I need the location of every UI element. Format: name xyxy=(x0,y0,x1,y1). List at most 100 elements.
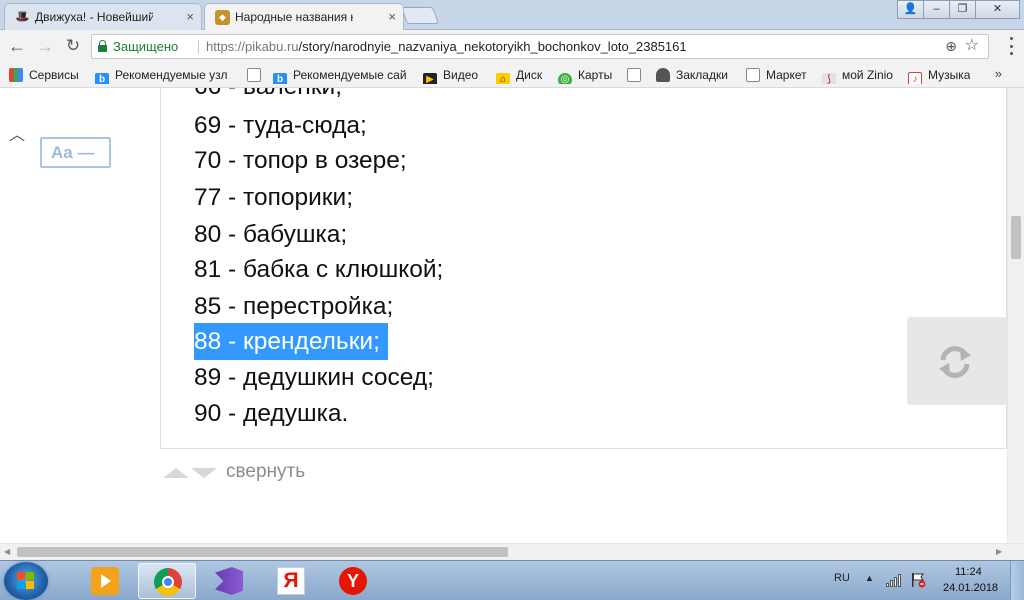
taskbar-media-player[interactable] xyxy=(76,563,134,599)
zoom-icon[interactable]: ⊕ xyxy=(945,35,957,58)
clock-date[interactable]: 24.01.2018 xyxy=(943,582,998,594)
bookmark-label: Сервисы xyxy=(29,68,79,82)
menu-dots-icon[interactable] xyxy=(1010,37,1014,55)
story-line: 89 - дедушкин сосед; xyxy=(194,364,434,391)
close-tab-icon[interactable]: × xyxy=(186,4,194,30)
url-text[interactable]: https://pikabu.ru/story/narodnyie_nazvan… xyxy=(206,35,687,58)
horizontal-scroll-thumb[interactable] xyxy=(17,547,508,557)
bookmark-label: Видео xyxy=(443,68,479,82)
tab-dvizhuha[interactable]: 🎩 Движуха! - Новейший п × xyxy=(4,3,202,30)
hat-icon xyxy=(656,68,670,82)
yandex-browser-icon: Y xyxy=(339,567,367,595)
bookmark-star-icon[interactable]: ☆ xyxy=(965,34,979,57)
music-icon: ♪ xyxy=(908,72,922,84)
address-bar[interactable]: Защищено https://pikabu.ru/story/narodny… xyxy=(91,34,989,59)
hat-favicon-icon: 🎩 xyxy=(15,11,30,23)
collapse-label[interactable]: свернуть xyxy=(226,461,305,483)
bookmark-video[interactable]: ▶ Видео xyxy=(423,67,478,84)
reload-icon[interactable]: ↻ xyxy=(63,36,83,56)
bookmark-services[interactable]: Сервисы xyxy=(9,67,79,84)
story-line: 77 - топорики; xyxy=(194,184,354,211)
video-icon: ▶ xyxy=(423,73,437,84)
window-controls: 👤 – ❐ ✕ xyxy=(897,0,1020,20)
page-icon xyxy=(247,68,261,82)
bookmark-label: Закладки xyxy=(676,68,728,82)
forward-arrow-icon[interactable]: → xyxy=(35,36,55,56)
url-path: /story/narodnyie_nazvaniya_nekotoryikh_b… xyxy=(298,39,687,54)
address-separator xyxy=(198,40,199,54)
bookmark-music[interactable]: ♪ Музыка xyxy=(908,67,970,84)
story-body: 66 - валенки; 69 - туда-сюда; 70 - топор… xyxy=(160,88,1007,449)
story-line: 81 - бабка с клюшкой; xyxy=(194,256,444,283)
browser-toolbar: ← → ↻ Защищено https://pikabu.ru/story/n… xyxy=(0,30,1024,63)
action-center-flag-icon[interactable] xyxy=(910,572,926,588)
zinio-icon: ⟆ xyxy=(822,73,836,84)
story-line: 69 - туда-сюда; xyxy=(194,112,367,139)
bookmark-page-2[interactable] xyxy=(627,67,646,84)
bookmark-label: Музыка xyxy=(928,68,971,82)
font-size-button[interactable]: Aa — xyxy=(40,137,111,168)
bookmark-recommended-2[interactable]: b Рекомендуемые сай xyxy=(273,67,415,84)
bookmark-zinio[interactable]: ⟆ мой Zinio xyxy=(822,67,893,84)
start-button[interactable] xyxy=(4,562,48,600)
taskbar-yandex[interactable]: Я xyxy=(262,563,320,599)
close-tab-icon[interactable]: × xyxy=(388,4,396,30)
user-icon[interactable]: 👤 xyxy=(897,0,924,19)
refresh-icon xyxy=(939,346,971,378)
chevron-up-icon[interactable]: ︿ xyxy=(9,121,25,145)
vertical-scrollbar[interactable] xyxy=(1007,88,1024,543)
story-line-selected: 88 - крендельки; xyxy=(194,323,388,360)
bookmark-maps[interactable]: ◎ Карты xyxy=(558,67,612,84)
story-line: 85 - перестройка; xyxy=(194,293,394,320)
tray-expand-icon[interactable]: ▲ xyxy=(865,573,874,583)
maps-icon: ◎ xyxy=(558,73,572,84)
bookmark-label: Карты xyxy=(578,68,613,82)
bing-icon: b xyxy=(273,73,287,84)
bookmark-label: мой Zinio xyxy=(842,68,893,82)
apps-icon xyxy=(9,68,23,82)
tab-strip: 🎩 Движуха! - Новейший п × ◆ Народные наз… xyxy=(0,0,1024,30)
language-indicator[interactable]: RU xyxy=(834,572,850,584)
taskbar-yandex-browser[interactable]: Y xyxy=(324,563,382,599)
bookmark-recommended-1[interactable]: b Рекомендуемые узл xyxy=(95,67,240,84)
taskbar-chrome[interactable] xyxy=(138,563,196,599)
show-desktop-button[interactable] xyxy=(1010,561,1024,600)
minimize-button[interactable]: – xyxy=(923,0,950,19)
scroll-right-icon[interactable]: ▶ xyxy=(996,547,1002,556)
bookmarks-bar: Сервисы b Рекомендуемые узл b Рекомендуемы… xyxy=(0,63,1024,88)
bookmark-disk[interactable]: ⌂ Диск xyxy=(496,67,542,84)
story-line: 66 - валенки; xyxy=(194,88,342,105)
clock-time[interactable]: 11:24 xyxy=(955,566,982,578)
story-line: 80 - бабушка; xyxy=(194,221,348,248)
refresh-widget[interactable] xyxy=(907,317,1007,405)
tab-title: Движуха! - Новейший п xyxy=(35,10,153,24)
taskbar: Я Y RU ▲ 11:24 24.01.2018 xyxy=(0,560,1024,600)
scroll-left-icon[interactable]: ◀ xyxy=(4,547,10,556)
bookmark-label: Диск xyxy=(516,68,543,82)
new-tab-button[interactable] xyxy=(400,7,440,24)
network-signal-icon[interactable] xyxy=(886,574,903,587)
yandex-icon: Я xyxy=(277,567,305,595)
horizontal-scrollbar[interactable]: ◀ ▶ xyxy=(0,543,1024,560)
bookmark-page[interactable] xyxy=(247,67,266,84)
tab-pikabu[interactable]: ◆ Народные названия не × xyxy=(204,3,404,30)
close-window-button[interactable]: ✕ xyxy=(975,0,1020,19)
bookmark-zakladki[interactable]: Закладки xyxy=(656,67,728,84)
back-arrow-icon[interactable]: ← xyxy=(7,36,27,56)
system-tray: RU ▲ 11:24 24.01.2018 xyxy=(826,561,1024,600)
tab-title: Народные названия не xyxy=(235,10,353,24)
lock-icon xyxy=(98,40,107,52)
bookmark-label: Маркет xyxy=(766,68,807,82)
visual-studio-icon xyxy=(215,567,243,595)
maximize-button[interactable]: ❐ xyxy=(949,0,976,19)
page-icon xyxy=(746,68,760,82)
bookmarks-more-button[interactable]: » xyxy=(995,66,1002,81)
collapse-arrows-icon xyxy=(163,468,217,478)
bookmark-label: Рекомендуемые узл xyxy=(115,68,228,82)
url-host: https://pikabu.ru xyxy=(206,39,299,54)
bookmark-label: Рекомендуемые сай xyxy=(293,68,407,82)
taskbar-visual-studio[interactable] xyxy=(200,563,258,599)
vertical-scroll-thumb[interactable] xyxy=(1011,216,1021,259)
secure-label: Защищено xyxy=(113,39,179,54)
bookmark-market[interactable]: Маркет xyxy=(746,67,807,84)
